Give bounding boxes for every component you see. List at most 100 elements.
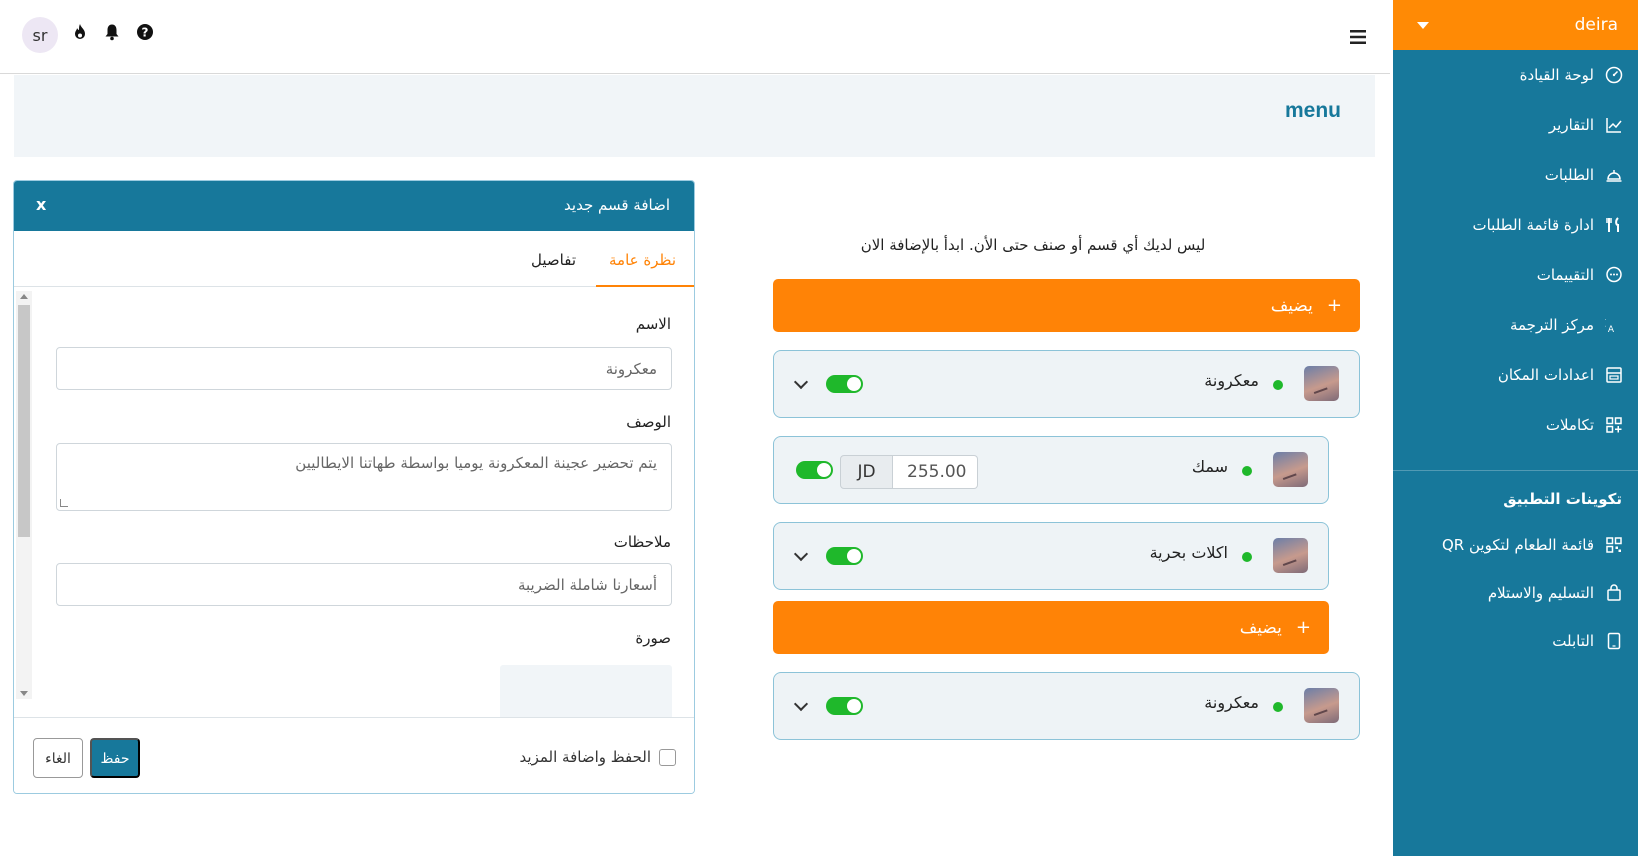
chevron-down-icon[interactable] <box>793 374 809 390</box>
sidebar-item-reviews[interactable]: التقييمات <box>1393 250 1638 300</box>
section-thumbnail <box>1304 366 1339 401</box>
status-dot <box>1242 466 1252 476</box>
sidebar-item-menu-management[interactable]: ادارة قائمة الطلبات <box>1393 200 1638 250</box>
sidebar-item-label: تكاملات <box>1545 416 1594 434</box>
cancel-button[interactable]: الغاء <box>33 738 83 778</box>
sidebar: deira لوحة القيادة التقارير الطلبات ادار… <box>1393 0 1638 856</box>
caret-down-icon <box>1417 21 1429 29</box>
section-name: معكرونة <box>1204 693 1259 712</box>
sidebar-item-label: التقييمات <box>1536 266 1594 284</box>
hamburger-icon[interactable] <box>1348 28 1368 46</box>
shopping-bag-icon <box>1604 583 1624 603</box>
scroll-down-icon[interactable] <box>20 691 28 696</box>
section-row[interactable]: معكرونة <box>773 350 1360 418</box>
visibility-toggle[interactable] <box>826 697 863 715</box>
help-icon[interactable]: ? <box>135 22 155 42</box>
page-title: menu <box>1284 99 1341 122</box>
save-and-add-more-label: الحفظ واضافة المزيد <box>519 748 651 766</box>
sidebar-item-qr-menu[interactable]: قائمة الطعام لتكوين QR <box>1393 521 1638 569</box>
name-input[interactable]: معكرونة <box>56 347 672 390</box>
svg-text:A: A <box>1608 325 1615 334</box>
section-thumbnail <box>1304 688 1339 723</box>
section-row[interactable]: اكلات بحرية <box>773 522 1329 590</box>
section-name: اكلات بحرية <box>1149 543 1228 562</box>
visibility-toggle[interactable] <box>826 547 863 565</box>
venue-name: deira <box>1574 15 1618 35</box>
description-textarea[interactable]: يتم تحضير عجينة المعكرونة يوميا بواسطة ط… <box>56 443 672 511</box>
sidebar-section-title: تكوينات التطبيق <box>1503 490 1622 508</box>
visibility-toggle[interactable] <box>796 461 833 479</box>
sidebar-item-integrations[interactable]: تكاملات <box>1393 400 1638 450</box>
currency-label: JD <box>840 455 893 489</box>
item-thumbnail <box>1273 452 1308 487</box>
description-text: يتم تحضير عجينة المعكرونة يوميا بواسطة ط… <box>295 454 657 472</box>
plus-icon: + <box>1295 617 1311 638</box>
save-button[interactable]: حفظ <box>90 738 140 778</box>
tab-overview[interactable]: نظرة عامة <box>609 251 676 269</box>
svg-text:?: ? <box>142 26 149 40</box>
chat-bubble-icon <box>1604 265 1624 285</box>
section-row[interactable]: معكرونة <box>773 672 1360 740</box>
sidebar-item-reports[interactable]: التقارير <box>1393 100 1638 150</box>
sidebar-item-label: مركز الترجمة <box>1509 316 1594 334</box>
bell-service-icon <box>1604 165 1624 185</box>
tablet-icon <box>1604 631 1624 651</box>
gauge-icon <box>1604 65 1624 85</box>
add-section-button[interactable]: + يضيف <box>773 279 1360 332</box>
add-button-label: يضيف <box>1270 295 1313 316</box>
add-item-button[interactable]: + يضيف <box>773 601 1329 654</box>
tab-details[interactable]: تفاصيل <box>531 251 576 269</box>
chevron-down-icon[interactable] <box>793 546 809 562</box>
sidebar-item-label: قائمة الطعام لتكوين QR <box>1441 536 1594 554</box>
sidebar-item-translation[interactable]: 文A مركز الترجمة <box>1393 300 1638 350</box>
bell-icon[interactable] <box>102 22 122 42</box>
sidebar-item-label: اعدادات المكان <box>1497 366 1594 384</box>
utensils-icon <box>1604 215 1624 235</box>
chevron-down-icon[interactable] <box>793 696 809 712</box>
status-dot <box>1273 702 1283 712</box>
save-and-add-more-checkbox[interactable] <box>659 748 676 766</box>
status-dot <box>1273 380 1283 390</box>
section-thumbnail <box>1273 538 1308 573</box>
add-section-panel: اضافة قسم جديد x نظرة عامة تفاصيل الاسم … <box>13 180 695 794</box>
avatar[interactable]: sr <box>22 17 58 53</box>
sidebar-item-label: الطلبات <box>1544 166 1594 184</box>
price-input[interactable]: 255.00 <box>893 455 978 489</box>
sidebar-item-label: التابلت <box>1552 632 1594 650</box>
description-label: الوصف <box>626 413 671 431</box>
sidebar-item-venue-settings[interactable]: اعدادات المكان <box>1393 350 1638 400</box>
sidebar-item-tablet[interactable]: التابلت <box>1393 617 1638 665</box>
active-tab-indicator <box>596 285 694 287</box>
notes-label: ملاحظات <box>613 533 671 551</box>
sidebar-item-label: التسليم والاستلام <box>1487 584 1594 602</box>
scrollbar[interactable] <box>16 291 32 699</box>
resize-handle-icon[interactable] <box>60 499 68 507</box>
add-button-label: يضيف <box>1239 617 1282 638</box>
sidebar-item-delivery-pickup[interactable]: التسليم والاستلام <box>1393 569 1638 617</box>
status-dot <box>1242 552 1252 562</box>
visibility-toggle[interactable] <box>826 375 863 393</box>
chart-line-icon <box>1604 115 1624 135</box>
price-field[interactable]: JD 255.00 <box>840 455 978 489</box>
sidebar-item-dashboard[interactable]: لوحة القيادة <box>1393 50 1638 100</box>
close-button[interactable]: x <box>36 195 46 214</box>
image-upload[interactable] <box>500 665 672 725</box>
image-label: صورة <box>635 629 671 647</box>
empty-state-message: ليس لديك أي قسم أو صنف حتى الأن. ابدأ با… <box>860 236 1206 254</box>
scroll-up-icon[interactable] <box>20 294 28 299</box>
fire-icon[interactable] <box>70 22 90 42</box>
sidebar-item-label: لوحة القيادة <box>1519 66 1594 84</box>
panel-title: اضافة قسم جديد <box>564 196 670 214</box>
page-header: menu <box>14 75 1375 157</box>
sidebar-item-orders[interactable]: الطلبات <box>1393 150 1638 200</box>
venue-selector[interactable]: deira <box>1393 0 1638 50</box>
save-and-add-more-option[interactable]: الحفظ واضافة المزيد <box>520 748 676 766</box>
scrollbar-thumb[interactable] <box>18 305 30 537</box>
translate-icon: 文A <box>1604 315 1624 335</box>
sidebar-item-label: ادارة قائمة الطلبات <box>1472 216 1594 234</box>
sidebar-item-label: التقارير <box>1548 116 1594 134</box>
top-bar: sr ? <box>0 0 1390 74</box>
panel-footer: الحفظ واضافة المزيد الغاء حفظ <box>14 717 694 793</box>
notes-input[interactable]: أسعارنا شاملة الضريبة <box>56 563 672 606</box>
name-label: الاسم <box>635 315 671 333</box>
